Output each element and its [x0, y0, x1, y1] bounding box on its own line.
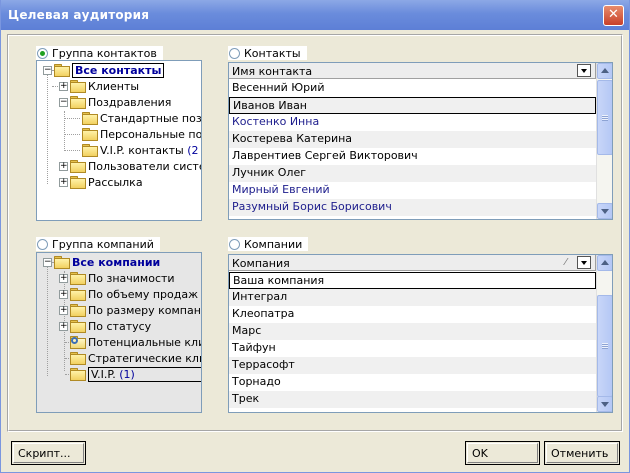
folder-icon	[70, 352, 86, 365]
list-item[interactable]: Ваша компания	[229, 272, 596, 289]
list-item[interactable]: Весенний Юрий	[229, 80, 596, 97]
close-button[interactable]: ✕	[603, 5, 624, 26]
scroll-down-icon[interactable]	[597, 396, 612, 412]
tree-item-by-sales[interactable]: По объему продаж	[70, 286, 198, 302]
chevron-down-icon[interactable]	[577, 64, 591, 77]
contact-group-tree[interactable]: − Все контакты + Клиенты − Поздравления …	[36, 60, 202, 221]
list-item[interactable]: Клеопатра	[229, 306, 596, 323]
ok-button[interactable]: OK	[465, 441, 540, 465]
audience-dialog: Целевая аудитория ✕ Группа контактов − В…	[0, 0, 630, 473]
list-item[interactable]: Интеграл	[229, 289, 596, 306]
companies-scrollbar[interactable]	[596, 255, 612, 412]
folder-icon	[54, 256, 70, 269]
radio-icon	[229, 47, 240, 59]
vip-count: (2	[187, 143, 199, 157]
list-item[interactable]: Марс	[229, 323, 596, 340]
tree-item-clients[interactable]: Клиенты	[70, 78, 139, 94]
folder-icon	[54, 64, 70, 77]
list-item[interactable]: Лучник Олег	[229, 165, 596, 182]
expand-icon[interactable]: +	[59, 178, 68, 187]
tree-item-system-users[interactable]: Пользователи системы	[70, 158, 201, 174]
contacts-list[interactable]: Имя контакта Весенний Юрий Иванов Иван К…	[228, 62, 613, 220]
tree-item-by-significance[interactable]: По значимости	[70, 270, 175, 286]
expand-icon[interactable]: +	[59, 290, 68, 299]
list-item[interactable]: Разумный Борис Борисович	[229, 199, 596, 216]
radio-icon	[229, 238, 240, 250]
folder-icon	[82, 128, 98, 141]
contact-group-radio[interactable]: Группа контактов	[36, 46, 163, 60]
expand-icon[interactable]: +	[59, 322, 68, 331]
scroll-thumb[interactable]	[597, 80, 612, 155]
collapse-icon[interactable]: −	[59, 98, 68, 107]
contacts-scrollbar[interactable]	[596, 63, 612, 219]
list-item[interactable]: Мирный Евгений	[229, 182, 596, 199]
contacts-radio[interactable]: Контакты	[228, 46, 307, 60]
window-title: Целевая аудитория	[8, 8, 150, 22]
folder-icon	[70, 368, 86, 381]
vip-count: (1)	[119, 367, 135, 381]
scroll-thumb[interactable]	[597, 295, 612, 397]
contacts-column-header[interactable]: Имя контакта	[229, 63, 596, 79]
tree-item-mailing[interactable]: Рассылка	[70, 174, 143, 190]
list-item[interactable]: Костерева Катерина	[229, 131, 596, 148]
tree-item-strategic[interactable]: Стратегические клиен	[70, 350, 201, 366]
cancel-button[interactable]: Отменить	[544, 441, 620, 465]
tree-item-by-status[interactable]: По статусу	[70, 318, 151, 334]
tree-item-all-contacts[interactable]: Все контакты	[54, 62, 165, 78]
radio-icon	[37, 238, 48, 250]
chevron-down-icon[interactable]	[577, 256, 591, 269]
list-item[interactable]: Тайфун	[229, 340, 596, 357]
company-group-tree[interactable]: − Все компании + По значимости + По объе…	[36, 252, 202, 413]
expand-icon[interactable]: +	[59, 82, 68, 91]
tree-item-potential[interactable]: Потенциальные клиен	[70, 334, 201, 350]
collapse-icon[interactable]: −	[43, 258, 52, 267]
list-item[interactable]: Трек	[229, 391, 596, 408]
folder-icon	[70, 272, 86, 285]
tree-item-personal[interactable]: Персональные поз,	[82, 126, 201, 142]
close-icon: ✕	[608, 7, 619, 22]
scroll-down-icon[interactable]	[597, 203, 612, 219]
expand-icon[interactable]: +	[59, 162, 68, 171]
folder-icon	[70, 80, 86, 93]
folder-icon	[82, 144, 98, 157]
tree-item-standard[interactable]: Стандартные позд	[82, 110, 201, 126]
sort-indicator-icon: ⁄	[565, 257, 567, 268]
title-bar[interactable]: Целевая аудитория ✕	[1, 0, 629, 30]
tree-item-greetings[interactable]: Поздравления	[70, 94, 171, 110]
folder-icon	[70, 96, 86, 109]
script-button[interactable]: Скрипт...	[11, 441, 86, 465]
list-item[interactable]: Иванов Иван	[229, 97, 596, 114]
list-item[interactable]: Торнадо	[229, 374, 596, 391]
scroll-up-icon[interactable]	[597, 255, 612, 271]
folder-icon	[70, 304, 86, 317]
scroll-up-icon[interactable]	[597, 63, 612, 79]
folder-icon	[70, 176, 86, 189]
companies-radio[interactable]: Компании	[228, 237, 309, 251]
tree-item-vip-contacts[interactable]: V.I.P. контакты (2	[82, 142, 199, 158]
tree-item-all-companies[interactable]: Все компании	[54, 254, 160, 270]
expand-icon[interactable]: +	[59, 306, 68, 315]
list-item[interactable]: Костенко Инна	[229, 114, 596, 131]
tree-item-vip-companies[interactable]: V.I.P. (1)	[70, 366, 201, 382]
folder-icon	[70, 160, 86, 173]
expand-icon[interactable]: +	[59, 274, 68, 283]
companies-column-header[interactable]: Компания ⁄	[229, 255, 596, 271]
radio-icon	[37, 47, 48, 59]
folder-icon	[82, 112, 98, 125]
collapse-icon[interactable]: −	[43, 66, 52, 75]
search-folder-icon	[70, 336, 86, 349]
folder-icon	[70, 320, 86, 333]
tree-item-by-size[interactable]: По размеру компании	[70, 302, 201, 318]
list-item[interactable]: Лаврентиев Сергей Викторович	[229, 148, 596, 165]
company-group-radio[interactable]: Группа компаний	[36, 237, 160, 251]
list-item[interactable]: Террасофт	[229, 357, 596, 374]
companies-list[interactable]: Компания ⁄ Ваша компания Интеграл Клеопа…	[228, 254, 613, 413]
folder-icon	[70, 288, 86, 301]
